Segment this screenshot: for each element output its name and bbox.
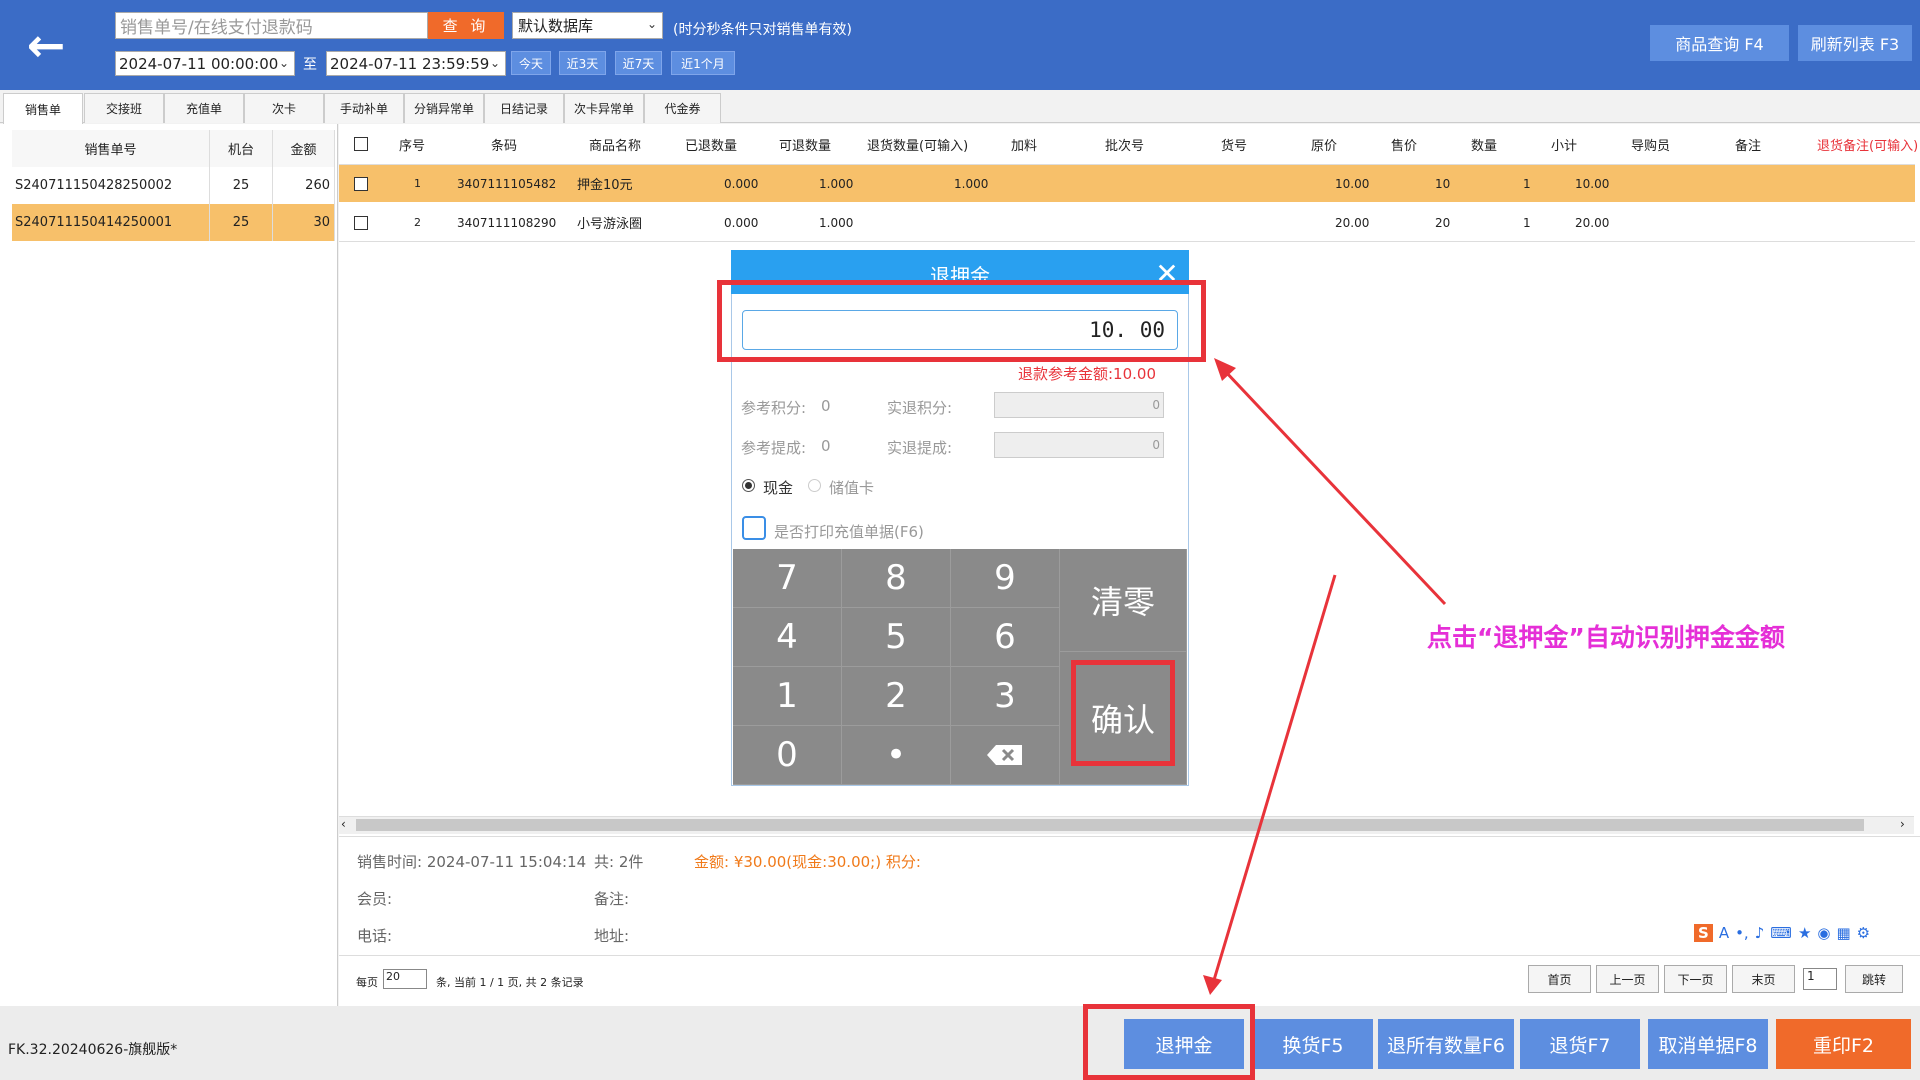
arrowhead-icon (1203, 975, 1222, 995)
annotation-arrows (1203, 358, 1447, 995)
annotation-text: 点击“退押金”自动识别押金金额 (1427, 623, 1785, 652)
arrow-to-deposit-button (1212, 574, 1337, 981)
arrow-to-amount (1222, 368, 1447, 606)
